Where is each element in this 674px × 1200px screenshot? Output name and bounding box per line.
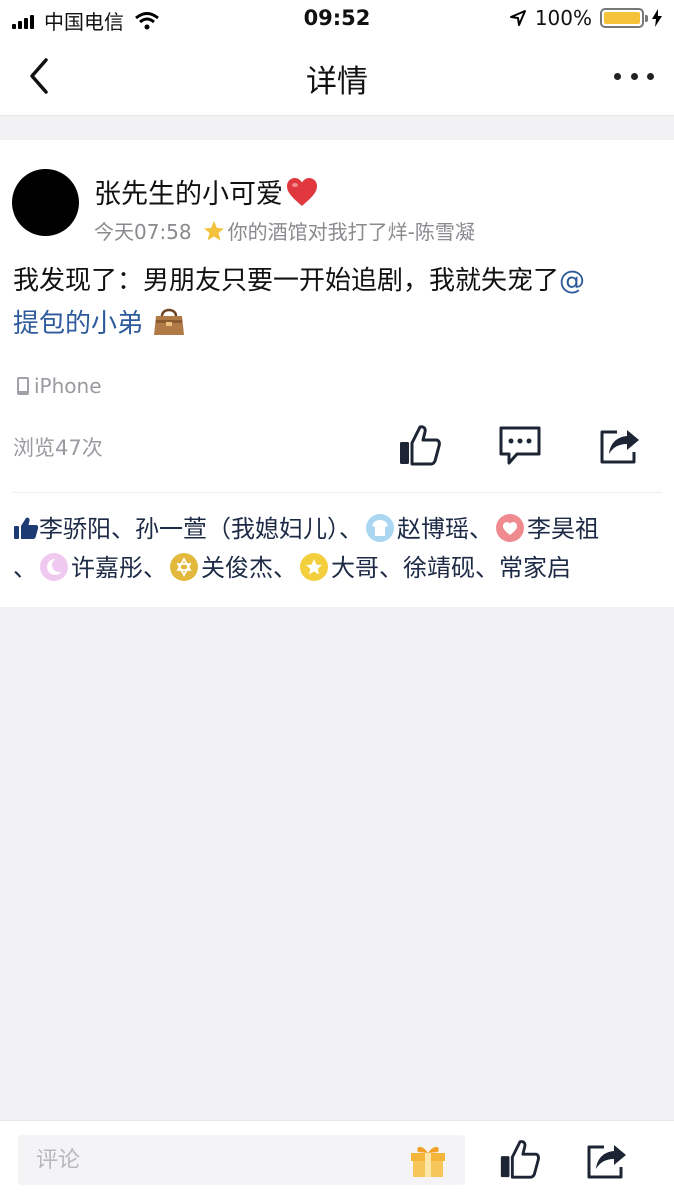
liker-names[interactable]: 大哥、徐靖砚、常家启 (331, 554, 571, 582)
divider (13, 492, 662, 493)
mention-at: @ (559, 266, 586, 296)
phone-icon (17, 377, 29, 395)
nav-bar: 详情 (0, 38, 674, 116)
device-name: iPhone (34, 374, 102, 398)
like-thumb-icon[interactable] (397, 422, 443, 468)
author-name-text: 张先生的小可爱 (94, 179, 283, 210)
hexagram-badge-icon (170, 553, 198, 581)
gift-icon[interactable] (408, 1141, 448, 1179)
share-button-icon[interactable] (584, 1139, 630, 1181)
liker-names[interactable]: 关俊杰、 (201, 554, 297, 582)
star-badge-icon (300, 553, 328, 581)
device-label: iPhone (16, 374, 102, 398)
comment-input[interactable] (18, 1135, 465, 1185)
comment-icon[interactable] (497, 422, 543, 468)
post-time: 今天07:58 (94, 220, 192, 244)
avatar[interactable] (12, 169, 79, 236)
liker-separator: 、 (13, 554, 37, 582)
post-text: 我发现了：男朋友只要一开始追剧，我就失宠了 (13, 266, 560, 296)
liked-thumb-icon (14, 517, 39, 539)
signature-text: 你的酒馆对我打了烊-陈雪凝 (227, 220, 475, 244)
heart-badge-icon (496, 514, 524, 542)
liker-names[interactable]: 李骄阳、孙一萱（我媳妇儿）、 (39, 515, 363, 543)
charging-bolt-icon (652, 9, 662, 27)
liker-names[interactable]: 李昊祖 (527, 515, 599, 543)
battery-percent: 100% (534, 6, 592, 30)
post-meta: 今天07:58 你的酒馆对我打了烊-陈雪凝 (94, 216, 475, 245)
liker-names[interactable]: 许嘉彤、 (71, 554, 167, 582)
author-name[interactable]: 张先生的小可爱 (94, 172, 319, 211)
more-options-icon[interactable] (614, 58, 654, 94)
post-card: 张先生的小可爱 今天07:58 你的酒馆对我打了烊-陈雪凝 我发现了：男朋友只要… (0, 140, 674, 607)
page-title: 详情 (306, 64, 368, 100)
post-content: 我发现了：男朋友只要一开始追剧，我就失宠了@ 提包的小弟 (13, 260, 663, 345)
bottom-action-bar (0, 1120, 674, 1200)
star-icon (203, 220, 224, 240)
status-bar: 中国电信 09:52 100% (0, 0, 674, 38)
like-button-icon[interactable] (498, 1137, 542, 1181)
moon-badge-icon (40, 553, 68, 581)
battery-icon (600, 8, 648, 28)
view-count: 浏览47次 (13, 436, 103, 460)
mention-name: 提包的小弟 (13, 309, 144, 339)
share-icon[interactable] (597, 422, 643, 468)
liker-names[interactable]: 赵博瑶、 (397, 515, 493, 543)
liked-by-list: 李骄阳、孙一萱（我媳妇儿）、 赵博瑶、 李昊祖、 许嘉彤、 关俊杰、 大哥、徐靖… (13, 510, 663, 588)
location-arrow-icon (509, 10, 526, 26)
handbag-emoji-icon (154, 308, 185, 335)
shirt-badge-icon (366, 514, 394, 542)
heart-emoji-icon (287, 177, 317, 206)
